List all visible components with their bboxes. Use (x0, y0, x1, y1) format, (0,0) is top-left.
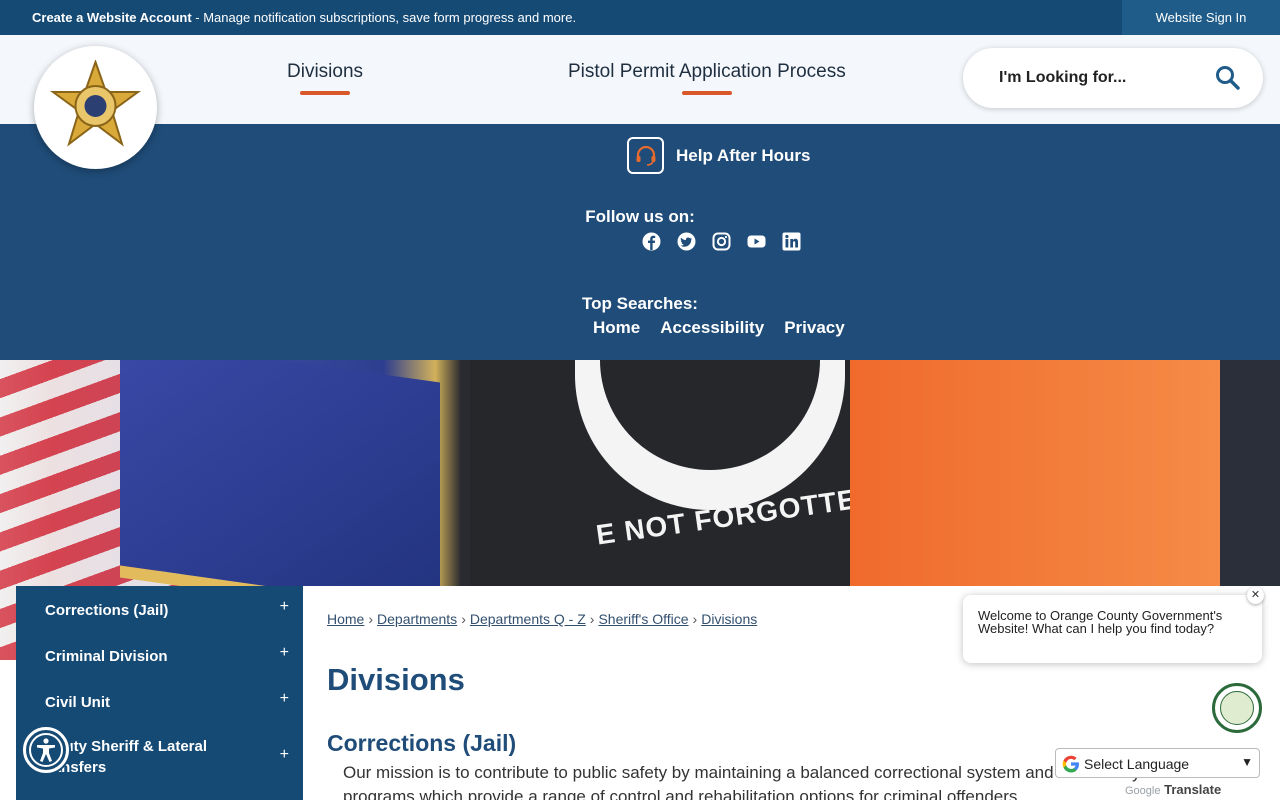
breadcrumb-separator: › (461, 611, 466, 627)
nav-pistol-permit-underline (681, 91, 732, 95)
instagram-icon[interactable] (712, 232, 731, 251)
sidebar-item-corrections[interactable]: Corrections (Jail) + (16, 586, 303, 632)
top-search-accessibility[interactable]: Accessibility (660, 318, 764, 338)
sheriff-star-badge (50, 60, 141, 147)
help-after-hours-label: Help After Hours (676, 145, 811, 165)
info-band: Help After Hours Follow us on: Top Searc… (0, 124, 1280, 360)
search-icon[interactable] (1215, 65, 1241, 91)
sidebar-item-label: Civil Unit (45, 694, 111, 711)
accessibility-icon (29, 733, 63, 767)
breadcrumb-separator: › (368, 611, 374, 627)
nav-pistol-permit[interactable]: Pistol Permit Application Process (568, 61, 846, 95)
page-title: Divisions (327, 662, 465, 697)
create-account-description: - Manage notification subscriptions, sav… (191, 10, 577, 25)
sheriff-badge-logo[interactable] (34, 46, 157, 169)
breadcrumb-home[interactable]: Home (327, 611, 364, 627)
language-select[interactable]: Select Language ▼ (1055, 748, 1260, 778)
follow-us-heading: Follow us on: (585, 207, 695, 226)
top-search-home[interactable]: Home (593, 318, 640, 338)
chat-welcome-bubble[interactable]: Welcome to Orange County Government's We… (963, 587, 1264, 663)
blue-flag (120, 360, 440, 623)
search-input[interactable] (999, 66, 1209, 90)
google-wordmark: Google (1125, 785, 1161, 797)
expand-icon[interactable]: + (280, 598, 289, 616)
site-header: Divisions Pistol Permit Application Proc… (0, 35, 1280, 124)
breadcrumb-sheriffs-office[interactable]: Sheriff's Office (598, 611, 688, 627)
translate-label: Translate (1164, 782, 1222, 797)
close-icon[interactable]: ✕ (1247, 587, 1264, 604)
expand-icon[interactable]: + (280, 690, 289, 708)
nav-divisions-underline (300, 91, 351, 95)
create-account-link[interactable]: Create a Website Account (32, 10, 192, 25)
top-search-privacy[interactable]: Privacy (784, 318, 845, 338)
breadcrumb-divisions[interactable]: Divisions (701, 611, 757, 627)
language-select-label: Select Language (1084, 756, 1190, 772)
sidebar-item-civil[interactable]: Civil Unit + (16, 678, 303, 724)
sidebar-item-label: Corrections (Jail) (45, 602, 169, 619)
breadcrumb-departments[interactable]: Departments (377, 611, 457, 627)
google-g-icon (1062, 755, 1079, 773)
top-bar: Create a Website Account - Manage notifi… (0, 0, 1280, 35)
linkedin-icon[interactable] (782, 232, 801, 251)
twitter-icon[interactable] (677, 232, 696, 251)
site-search (963, 48, 1263, 108)
nav-divisions-label: Divisions (287, 61, 364, 82)
top-searches-heading: Top Searches: (582, 294, 698, 313)
expand-icon[interactable]: + (280, 644, 289, 662)
website-sign-in-button[interactable]: Website Sign In (1122, 0, 1280, 35)
create-account-notice: Create a Website Account - Manage notifi… (32, 10, 576, 25)
top-searches-links: Home Accessibility Privacy (593, 318, 845, 338)
county-seal-chat-launcher[interactable] (1212, 683, 1262, 733)
youtube-icon[interactable] (747, 232, 766, 251)
nav-pistol-permit-label: Pistol Permit Application Process (568, 61, 846, 82)
headset-icon (627, 137, 664, 174)
section-title-corrections[interactable]: Corrections (Jail) (327, 730, 516, 757)
nav-divisions[interactable]: Divisions (287, 61, 363, 95)
breadcrumb-separator: › (589, 611, 595, 627)
facebook-icon[interactable] (642, 232, 661, 251)
social-links (642, 232, 801, 251)
tree-icon (1220, 691, 1254, 725)
chevron-down-icon: ▼ (1241, 755, 1253, 769)
chat-welcome-message: Welcome to Orange County Government's We… (978, 608, 1223, 636)
breadcrumb-separator: › (692, 611, 698, 627)
help-after-hours-link[interactable]: Help After Hours (627, 137, 810, 174)
expand-icon[interactable]: + (280, 746, 289, 764)
breadcrumb: Home › Departments › Departments Q - Z › Sheri… (327, 611, 757, 627)
accessibility-button[interactable] (23, 727, 69, 773)
sidebar-item-label: Criminal Division (45, 648, 168, 665)
breadcrumb-departments-q-z[interactable]: Departments Q - Z (470, 611, 586, 627)
powered-by-google-translate[interactable]: Google Translate (1125, 782, 1221, 797)
sidebar-item-label: eputy Sheriff & Lateral ransfers (47, 738, 208, 776)
sidebar-item-criminal[interactable]: Criminal Division + (16, 632, 303, 678)
